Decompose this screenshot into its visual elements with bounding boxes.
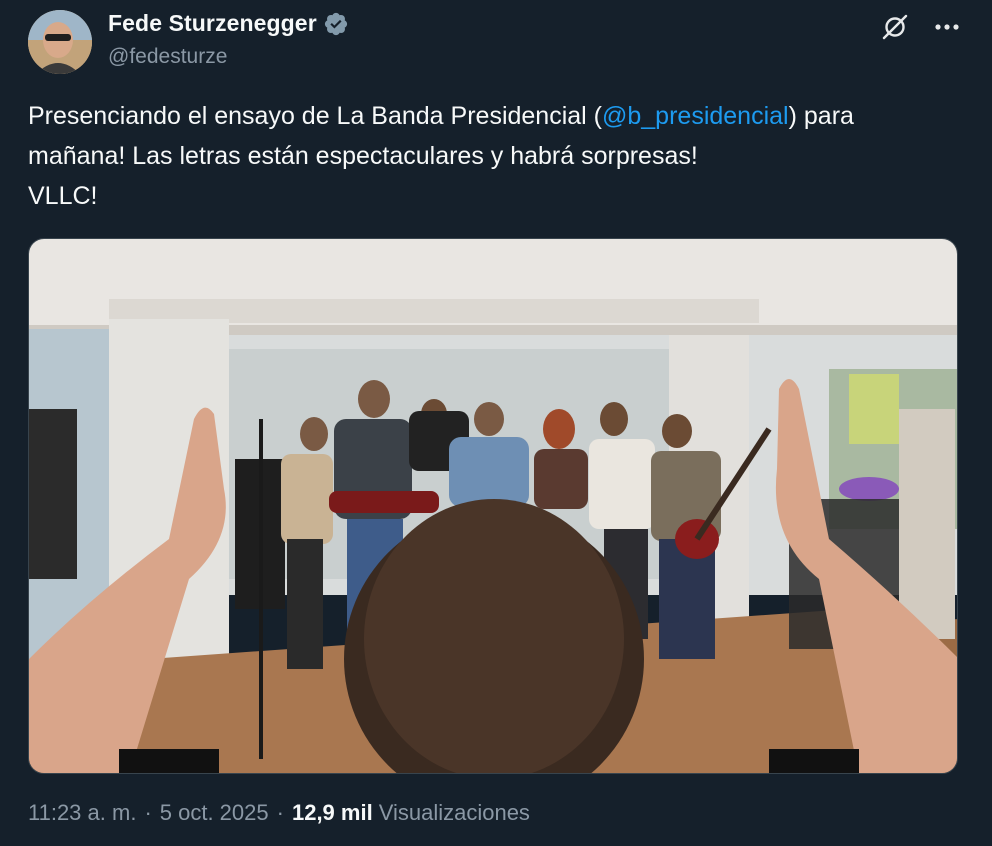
more-options-icon[interactable] — [932, 12, 962, 42]
tweet-time[interactable]: 11:23 a. m. — [28, 800, 136, 826]
tweet-text: Presenciando el ensayo de La Banda Presi… — [28, 96, 968, 216]
tweet-text-segment: ) para — [788, 102, 854, 130]
tweet-text-line-1: Presenciando el ensayo de La Banda Presi… — [28, 96, 968, 136]
tweet-metadata: 11:23 a. m. · 5 oct. 2025 · 12,9 mil Vis… — [28, 800, 530, 826]
views-count[interactable]: 12,9 mil — [292, 800, 373, 826]
profile-photo-icon — [28, 10, 92, 74]
grok-icon[interactable] — [880, 12, 910, 42]
author-handle[interactable]: @fedesturze — [108, 45, 227, 69]
band-rehearsal-photo — [29, 239, 957, 773]
tweet-text-line-3: VLLC! — [28, 182, 98, 210]
author-display-name[interactable]: Fede Sturzenegger — [108, 10, 317, 37]
tweet-text-line-2: mañana! Las letras están espectaculares … — [28, 142, 698, 170]
separator-dot: · — [144, 800, 152, 825]
header-actions — [880, 12, 962, 42]
avatar[interactable] — [28, 10, 92, 74]
views-label: Visualizaciones — [378, 800, 530, 825]
tweet-photo[interactable] — [28, 238, 958, 774]
tweet-date[interactable]: 5 oct. 2025 — [160, 800, 269, 826]
tweet-text-segment: Presenciando el ensayo de La Banda Presi… — [28, 102, 602, 130]
tweet-card: Fede Sturzenegger @fedesturze Presencian… — [0, 0, 992, 846]
separator-dot: · — [276, 800, 284, 825]
mention-link[interactable]: @b_presidencial — [602, 102, 789, 130]
verified-badge-icon[interactable] — [323, 11, 349, 37]
author-name-row: Fede Sturzenegger — [108, 10, 349, 37]
